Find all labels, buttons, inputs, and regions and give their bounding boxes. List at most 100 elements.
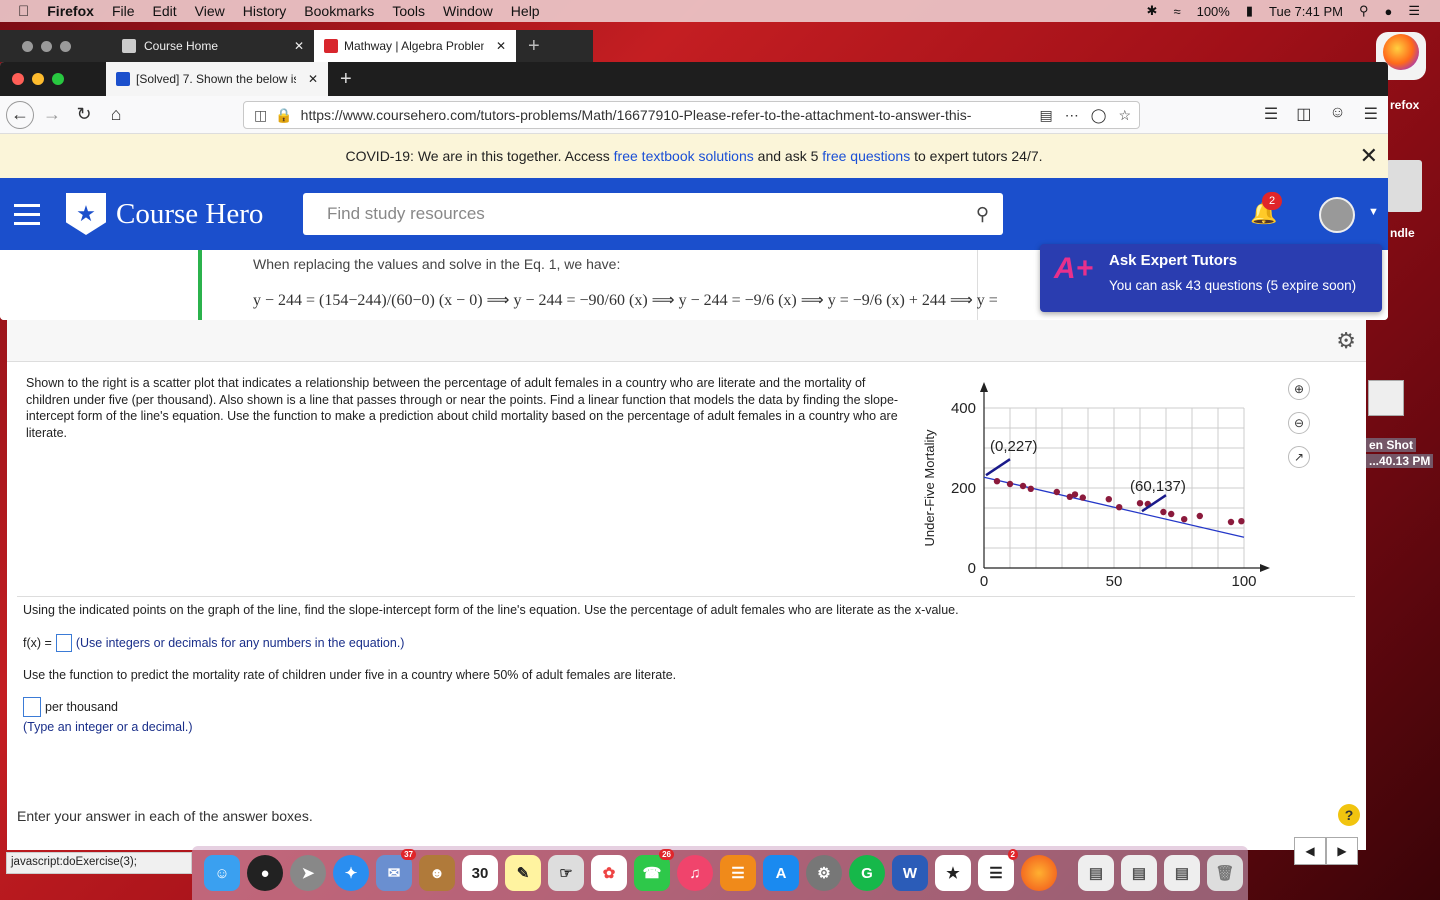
wifi-icon[interactable]: ≈ <box>1173 4 1180 19</box>
new-tab-icon[interactable]: + <box>528 35 540 58</box>
close-window-button[interactable] <box>12 73 24 85</box>
zoom-in-icon[interactable]: ⊕ <box>1288 378 1310 400</box>
apple-menu-icon[interactable]:  <box>18 3 29 20</box>
help-button[interactable]: ? <box>1338 804 1360 826</box>
library-icon[interactable]: ☰ <box>1264 104 1278 124</box>
photos-icon[interactable]: ✿ <box>591 855 627 891</box>
bookmark-star-icon[interactable]: ☆ <box>1118 107 1131 124</box>
back-button[interactable]: ← <box>6 100 34 129</box>
books-icon[interactable]: ☰ <box>720 855 756 891</box>
status-bar: javascript:doExercise(3); <box>6 852 192 874</box>
ask-expert-tutors-card[interactable]: A+ Ask Expert Tutors You can ask 43 ques… <box>1040 244 1382 312</box>
menu-view[interactable]: View <box>195 3 225 19</box>
expert-title: Ask Expert Tutors <box>1109 252 1238 269</box>
contacts-icon[interactable]: ☻ <box>419 855 455 891</box>
previous-button[interactable]: ◀ <box>1294 837 1326 865</box>
reminders-badge: 2 <box>1007 849 1018 860</box>
navigation-toolbar: ← → ↻ ⌂ ◫ 🔒 https://www.coursehero.com/t… <box>0 96 1388 134</box>
account-icon[interactable]: ☺ <box>1329 104 1345 124</box>
kindle-icon[interactable]: ★ <box>935 855 971 891</box>
mail-icon[interactable]: ✉ 37 <box>376 849 416 891</box>
reader-view-icon[interactable]: ▤ <box>1040 107 1053 124</box>
finder-icon[interactable]: ☺ <box>204 855 240 891</box>
grammarly-icon[interactable]: G <box>849 855 885 891</box>
free-textbook-link[interactable]: free textbook solutions <box>614 148 754 164</box>
calendar-icon[interactable]: 30 <box>462 855 498 891</box>
notification-center-icon[interactable]: ☰ <box>1408 3 1420 19</box>
gear-icon[interactable]: ⚙ <box>1336 328 1356 354</box>
downloads-icon[interactable]: ▤ <box>1121 855 1157 891</box>
desktop-label-kindle: ndle <box>1390 226 1415 240</box>
menu-icon[interactable]: ☰ <box>1364 104 1378 124</box>
menu-help[interactable]: Help <box>511 3 540 19</box>
menu-app-name[interactable]: Firefox <box>47 3 94 19</box>
trash-icon[interactable]: 🗑 <box>1207 855 1243 891</box>
covid-middle: and ask 5 <box>757 148 819 164</box>
clock[interactable]: Tue 7:41 PM <box>1269 4 1343 19</box>
zoom-window-button[interactable] <box>52 73 64 85</box>
fx-answer-input[interactable] <box>55 634 72 652</box>
graph-tools: ⊕ ⊖ ↗ <box>1288 378 1310 468</box>
pocket-icon[interactable]: ◯ <box>1091 107 1107 124</box>
sidebar-icon[interactable]: ◫ <box>1296 104 1311 124</box>
close-tab-icon[interactable]: ✕ <box>496 39 506 53</box>
app-store-icon[interactable]: A <box>763 855 799 891</box>
system-preferences-icon[interactable]: ⚙ <box>806 855 842 891</box>
bluetooth-icon[interactable]: ✱ <box>1147 3 1158 19</box>
chevron-down-icon[interactable]: ▼ <box>1368 206 1379 218</box>
folder-icon[interactable]: ▤ <box>1164 855 1200 891</box>
pop-out-icon[interactable]: ↗ <box>1288 446 1310 468</box>
url-bar[interactable]: ◫ 🔒 https://www.coursehero.com/tutors-pr… <box>243 101 1140 129</box>
zoom-out-icon[interactable]: ⊖ <box>1288 412 1310 434</box>
facetime-icon[interactable]: ☎ 26 <box>634 849 674 891</box>
reload-button[interactable]: ↻ <box>70 101 98 129</box>
coursehero-logo[interactable]: ★ Course Hero <box>66 193 263 235</box>
data-point <box>1079 494 1086 501</box>
siri-icon[interactable]: ● <box>1384 4 1392 19</box>
exercise-window: ⚙ Shown to the right is a scatter plot t… <box>7 320 1366 865</box>
minimize-window-button[interactable] <box>32 73 44 85</box>
menu-edit[interactable]: Edit <box>153 3 177 19</box>
music-icon[interactable]: ♫ <box>677 855 713 891</box>
siri-icon[interactable]: ● <box>247 855 283 891</box>
screenshot-thumbnail-icon[interactable] <box>1368 380 1404 416</box>
maps-icon[interactable]: ☞ <box>548 855 584 891</box>
tab-mathway[interactable]: Mathway | Algebra Problem ✕ <box>314 30 516 62</box>
menu-window[interactable]: Window <box>443 3 493 19</box>
free-questions-link[interactable]: free questions <box>822 148 910 164</box>
document-icon[interactable]: ▤ <box>1078 855 1114 891</box>
menu-file[interactable]: File <box>112 3 135 19</box>
firefox-dock-icon[interactable] <box>1021 855 1057 891</box>
battery-icon[interactable]: ▮ <box>1246 3 1253 19</box>
covid-suffix: to expert tutors 24/7. <box>914 148 1043 164</box>
avatar[interactable] <box>1319 197 1355 233</box>
shield-icon[interactable]: ◫ <box>254 107 267 124</box>
tab-solved[interactable]: [Solved] 7. Shown the below is a ✕ <box>106 62 328 96</box>
disk-icon[interactable] <box>1386 160 1422 212</box>
word-icon[interactable]: W <box>892 855 928 891</box>
next-button[interactable]: ▶ <box>1326 837 1358 865</box>
search-icon[interactable]: ⚲ <box>976 204 989 225</box>
notes-icon[interactable]: ✎ <box>505 855 541 891</box>
launchpad-icon[interactable]: ➤ <box>290 855 326 891</box>
tab-course-home[interactable]: Course Home ✕ <box>112 30 314 62</box>
page-actions-icon[interactable]: ⋯ <box>1065 107 1079 124</box>
home-button[interactable]: ⌂ <box>102 101 130 129</box>
reminders-icon[interactable]: ☰ 2 <box>978 849 1018 891</box>
new-tab-icon[interactable]: + <box>340 68 352 91</box>
safari-icon[interactable]: ✦ <box>333 855 369 891</box>
menu-bookmarks[interactable]: Bookmarks <box>304 3 374 19</box>
spotlight-search-icon[interactable]: ⚲ <box>1359 3 1369 19</box>
forward-button[interactable]: → <box>38 101 66 129</box>
close-banner-icon[interactable]: ✕ <box>1360 143 1378 169</box>
lock-icon[interactable]: 🔒 <box>275 107 292 124</box>
desktop-label-screenshot: en Shot <box>1366 438 1416 452</box>
search-input[interactable]: Find study resources ⚲ <box>303 193 1003 235</box>
menu-tools[interactable]: Tools <box>392 3 425 19</box>
hamburger-menu-icon[interactable] <box>14 203 40 225</box>
close-tab-icon[interactable]: ✕ <box>294 39 304 53</box>
menu-history[interactable]: History <box>243 3 287 19</box>
mortality-answer-input[interactable] <box>23 697 41 717</box>
close-tab-icon[interactable]: ✕ <box>308 72 318 86</box>
battery-percent[interactable]: 100% <box>1197 4 1230 19</box>
